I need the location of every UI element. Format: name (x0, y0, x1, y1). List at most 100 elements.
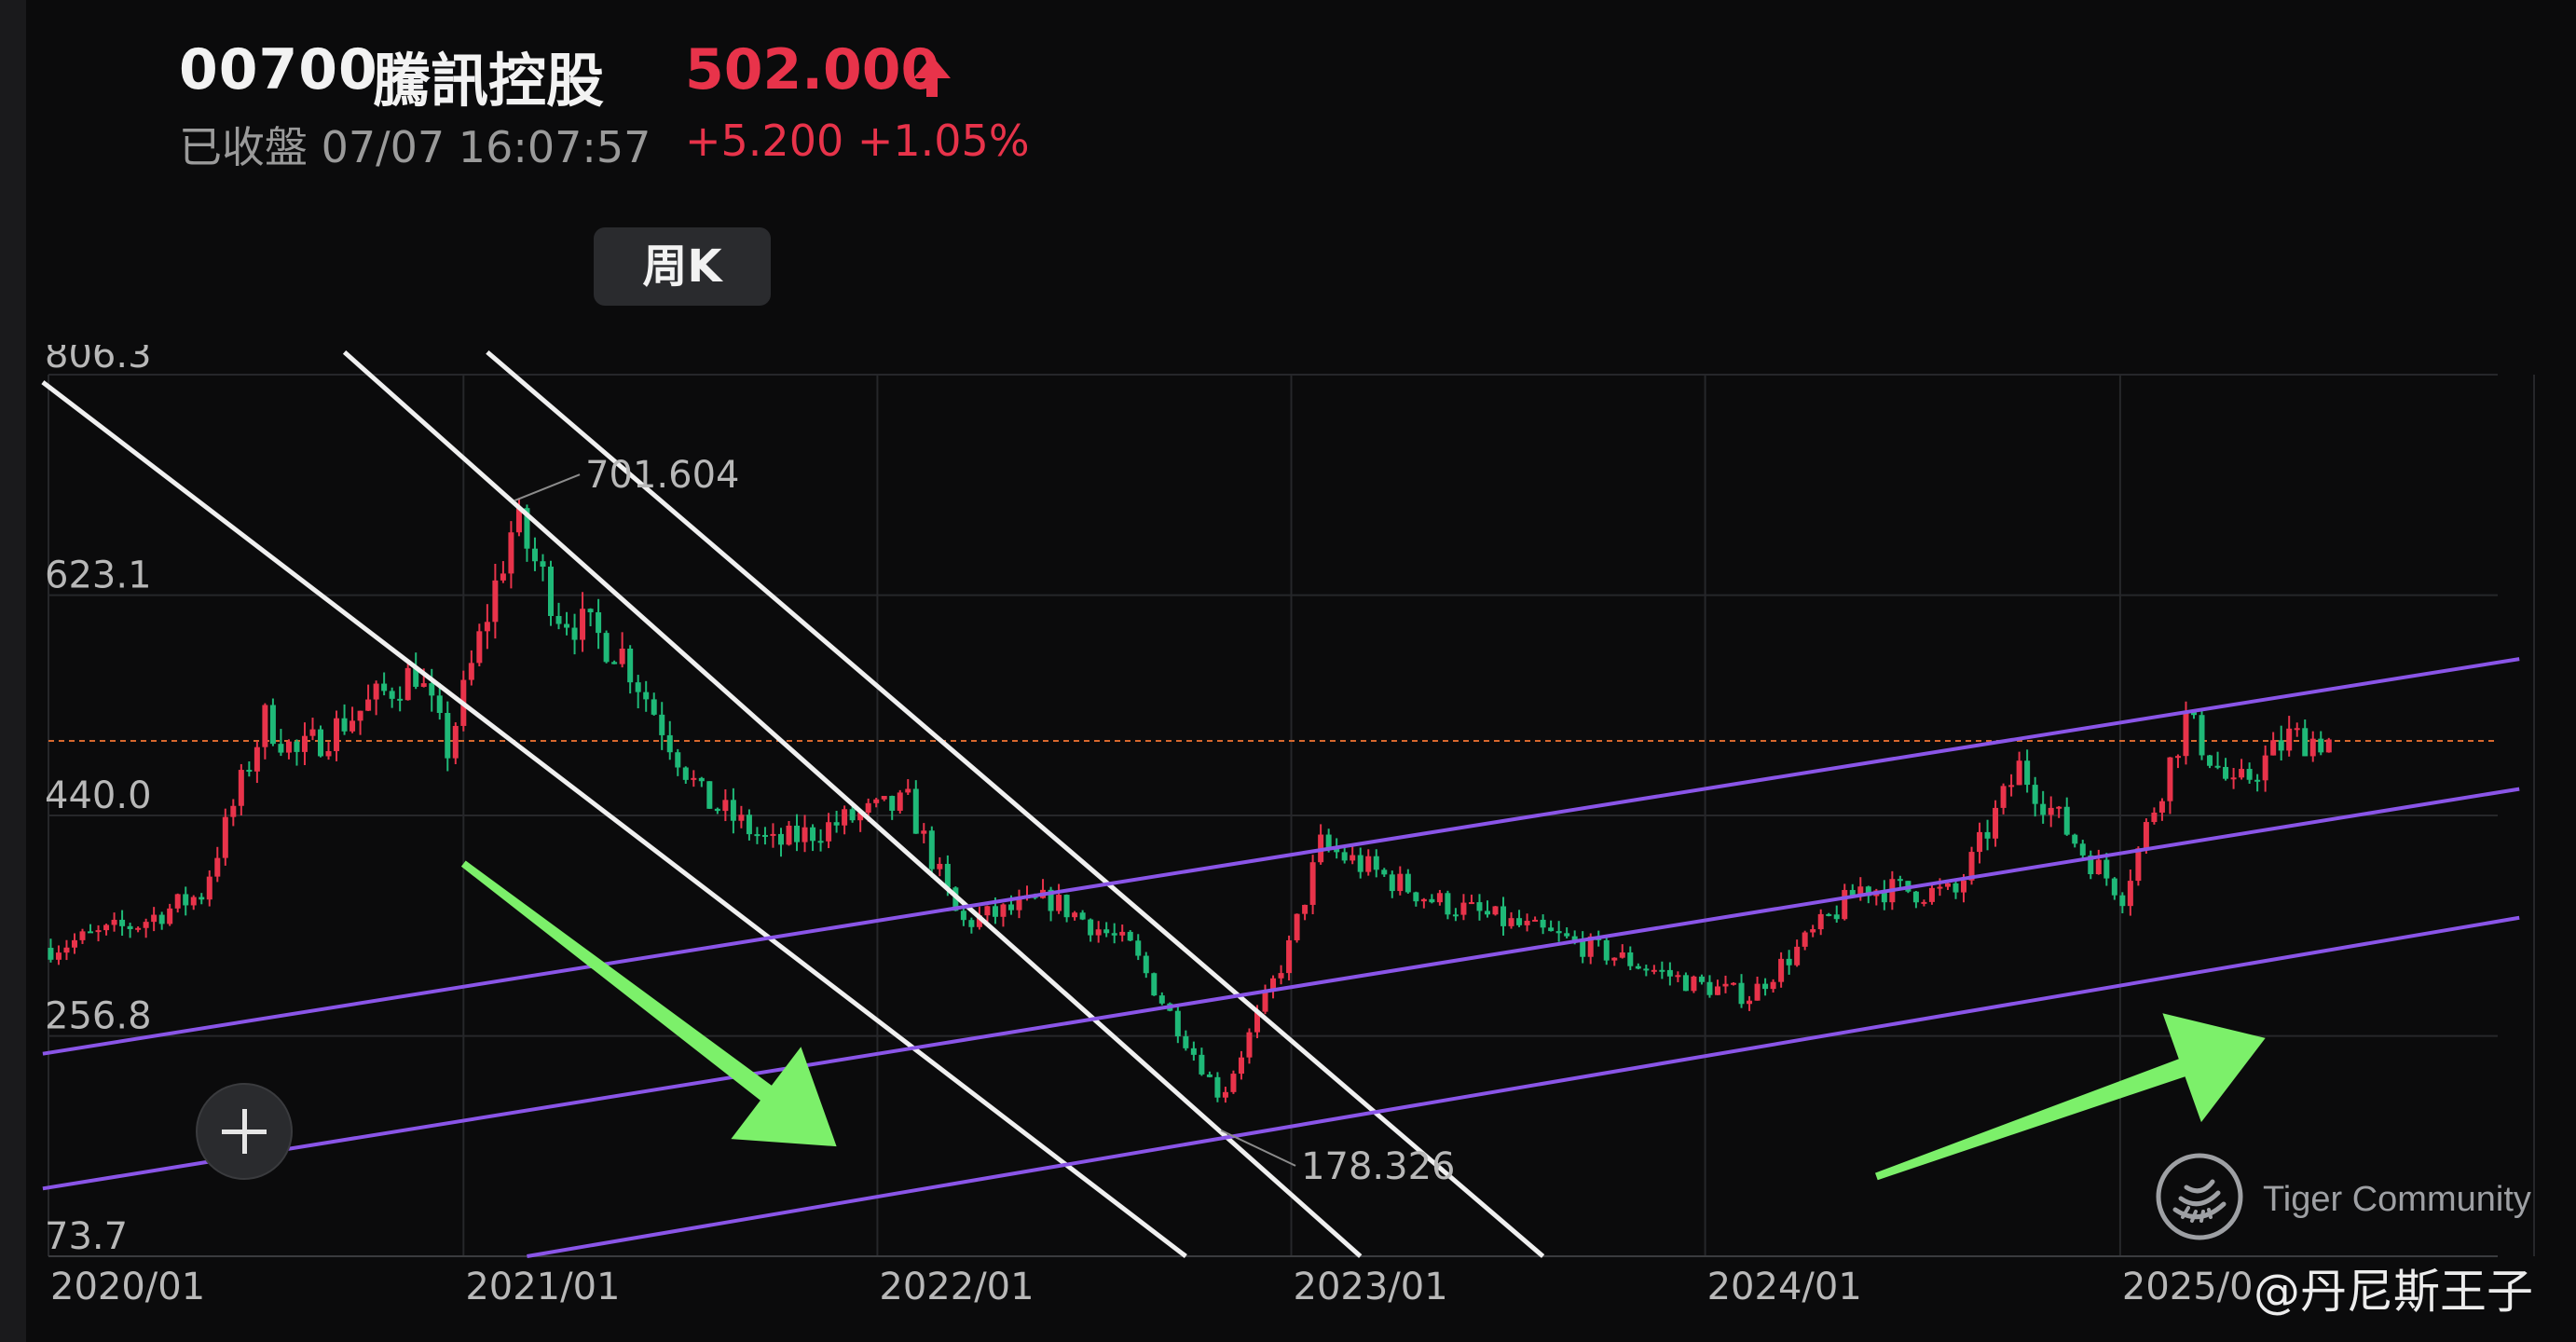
candle (1833, 905, 1840, 924)
candle-body (2048, 807, 2054, 815)
candle-body (587, 609, 594, 613)
candle-body (2309, 738, 2316, 757)
candle (2318, 731, 2324, 756)
candle-body (1246, 1032, 1253, 1058)
candle (833, 810, 840, 833)
candle (500, 561, 506, 583)
candle (238, 763, 244, 815)
candle-body (1953, 883, 1959, 893)
candle (1373, 849, 1379, 878)
candle (2254, 774, 2261, 792)
candle-body (127, 925, 133, 930)
candle-body (1564, 933, 1570, 937)
candle (301, 722, 308, 765)
candle-body (1666, 969, 1673, 977)
candle-body (1158, 995, 1165, 1004)
candle (1151, 972, 1158, 996)
candle-body (730, 800, 736, 821)
candle (222, 808, 228, 866)
candle (937, 856, 943, 877)
candle (675, 748, 681, 776)
candle (2167, 757, 2173, 815)
candle-body (2199, 715, 2205, 756)
candle-body (1508, 918, 1514, 926)
candle-body (1912, 891, 1919, 903)
candle-body (1056, 895, 1062, 911)
candle (2063, 797, 2070, 836)
candle (381, 672, 388, 696)
candle (1555, 921, 1562, 942)
candle-body (777, 833, 784, 845)
quote-header: 00700 騰訊控股 502.000 已收盤 07/07 16:07:57 +5… (0, 0, 2576, 345)
candle-body (119, 919, 126, 926)
candle (230, 799, 237, 827)
candle (95, 924, 102, 942)
candle-body (1190, 1048, 1197, 1055)
candle (71, 933, 77, 954)
candle-body (88, 931, 94, 934)
period-weekly-button[interactable]: 周K (594, 227, 771, 306)
candle (580, 592, 586, 652)
candle-body (214, 857, 221, 877)
candle (2214, 751, 2221, 770)
candle-body (984, 906, 991, 916)
candle (88, 924, 94, 934)
candle (1738, 974, 1745, 1008)
candle-body (2214, 765, 2221, 768)
candle-body (2040, 803, 2047, 815)
candle (777, 828, 784, 857)
candle-body (2158, 801, 2165, 813)
candle (1079, 910, 1086, 921)
candle (1103, 922, 1110, 938)
candle (1183, 1030, 1189, 1051)
candle-body (643, 692, 650, 700)
candle-body (318, 729, 324, 757)
candle (1500, 897, 1507, 936)
candle (1436, 889, 1443, 906)
candle (2151, 807, 2158, 825)
candle (555, 602, 562, 630)
candle (1174, 1004, 1181, 1044)
candle (817, 828, 824, 852)
plus-icon[interactable] (196, 1083, 293, 1180)
candle (746, 809, 752, 841)
candle-body (1532, 919, 1539, 922)
candle (1651, 965, 1657, 975)
candle-body (1810, 929, 1816, 933)
candle-body (95, 930, 102, 933)
candle (309, 718, 316, 741)
candle-body (508, 532, 514, 574)
candle (151, 907, 158, 932)
candle (1706, 975, 1713, 998)
candle (1802, 930, 1808, 951)
candle-body (269, 705, 276, 745)
candle-body (1103, 929, 1110, 934)
candle-body (253, 746, 260, 772)
candle-body (500, 573, 506, 581)
candle-body (468, 663, 474, 680)
candle-body (2302, 728, 2309, 757)
candle (1524, 913, 1530, 932)
candle (2079, 840, 2086, 860)
candle-body (1468, 902, 1474, 905)
candle-body (1452, 914, 1459, 917)
candle (1484, 900, 1490, 918)
candle-body (222, 816, 228, 858)
candle-body (1286, 939, 1293, 974)
candle (2032, 776, 2038, 817)
candle-body (420, 683, 427, 687)
candle-body (691, 777, 697, 780)
candle-body (1516, 918, 1523, 925)
candle (842, 805, 848, 835)
candle-body (63, 947, 70, 953)
candle (1262, 984, 1268, 1015)
candle-body (2278, 740, 2284, 751)
candle-body (2262, 755, 2268, 781)
y-tick-label: 440.0 (45, 774, 152, 817)
candle-body (1484, 911, 1490, 915)
candle-body (1445, 893, 1451, 915)
candle-body (675, 752, 681, 768)
candle (1912, 890, 1919, 909)
candle-body (1476, 902, 1483, 911)
candle (1682, 972, 1689, 992)
